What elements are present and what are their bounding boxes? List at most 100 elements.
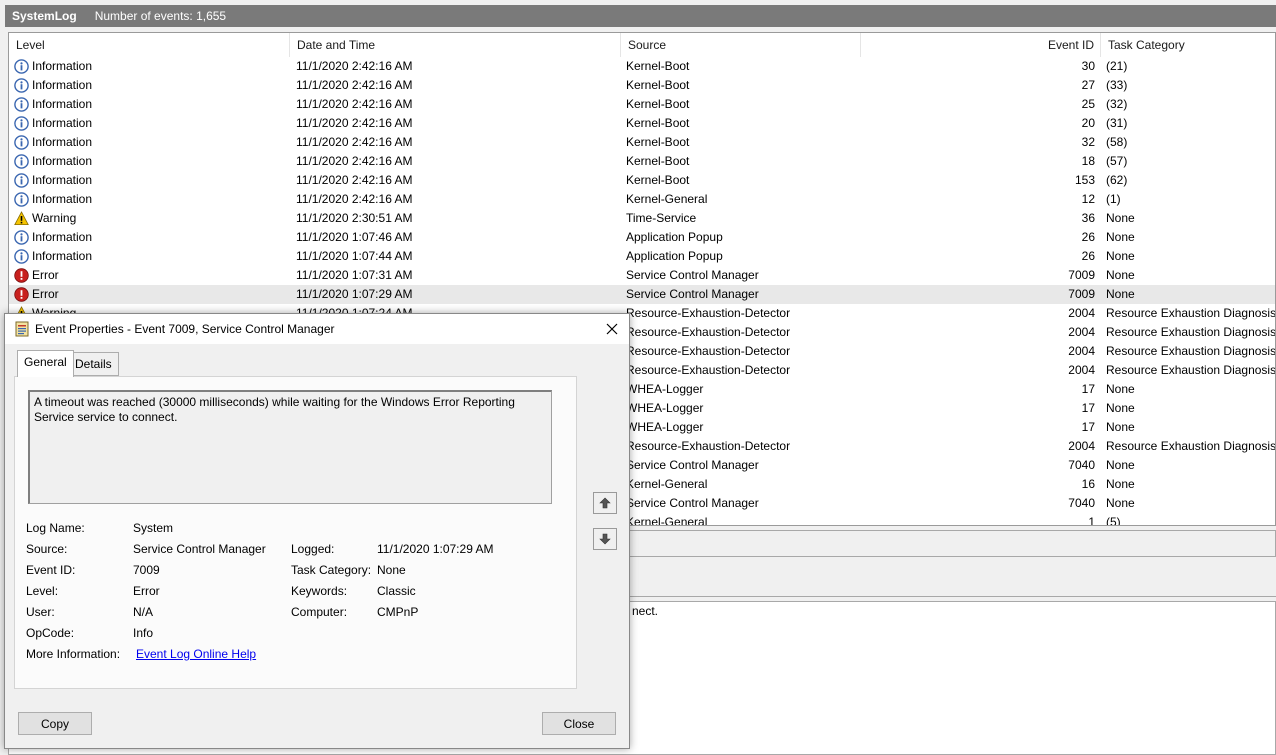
dialog-close-button[interactable]	[599, 316, 625, 342]
cell-source: Application Popup	[626, 249, 723, 263]
table-row[interactable]: Information 11/1/2020 2:42:16 AM Kernel-Bo…	[9, 57, 1275, 76]
tab-general[interactable]: General	[17, 350, 74, 377]
value-user: N/A	[133, 605, 154, 619]
cell-level: Warning	[32, 211, 77, 225]
information-icon	[14, 249, 29, 264]
label-log-name: Log Name:	[26, 521, 85, 535]
cell-event-id: 25	[1081, 97, 1095, 111]
cell-task-category: None	[1106, 496, 1135, 510]
cell-event-id: 2004	[1068, 306, 1095, 320]
cell-task-category: (33)	[1106, 78, 1128, 92]
cell-level: Information	[32, 116, 93, 130]
cell-date: 11/1/2020 2:42:16 AM	[296, 116, 413, 130]
value-computer: CMPnP	[377, 605, 419, 619]
next-event-button[interactable]	[593, 528, 617, 550]
arrow-down-icon	[599, 533, 611, 545]
cell-date: 11/1/2020 1:07:44 AM	[296, 249, 413, 263]
cell-event-id: 18	[1081, 154, 1095, 168]
cell-event-id: 153	[1074, 173, 1095, 187]
cell-event-id: 16	[1081, 477, 1095, 491]
cell-event-id: 2004	[1068, 344, 1095, 358]
cell-task-category: (57)	[1106, 154, 1128, 168]
table-row[interactable]: Information 11/1/2020 2:42:16 AM Kernel-Bo…	[9, 95, 1275, 114]
value-log-name: System	[133, 521, 174, 535]
event-description[interactable]: A timeout was reached (30000 millisecond…	[28, 390, 552, 504]
cell-task-category: None	[1106, 211, 1135, 225]
copy-button[interactable]: Copy	[18, 712, 92, 735]
label-keywords: Keywords:	[291, 584, 348, 598]
table-row[interactable]: Information 11/1/2020 2:42:16 AM Kernel-Ge…	[9, 190, 1275, 209]
event-log-online-help-link[interactable]: Event Log Online Help	[136, 647, 256, 661]
value-event-id: 7009	[133, 563, 160, 577]
cell-task-category: None	[1106, 401, 1135, 415]
cell-level: Information	[32, 97, 93, 111]
cell-event-id: 7040	[1068, 496, 1095, 510]
table-row[interactable]: Information 11/1/2020 1:07:44 AM Applicati…	[9, 247, 1275, 266]
cell-source: Resource-Exhaustion-Detector	[626, 306, 791, 320]
information-icon	[14, 116, 29, 131]
column-header-source[interactable]: Source	[621, 33, 861, 57]
label-level: Level:	[26, 584, 59, 598]
cell-task-category: (1)	[1106, 192, 1121, 206]
table-row[interactable]: Information 11/1/2020 2:42:16 AM Kernel-Bo…	[9, 76, 1275, 95]
cell-task-category: (32)	[1106, 97, 1128, 111]
value-keywords: Classic	[377, 584, 416, 598]
label-user: User:	[26, 605, 55, 619]
cell-event-id: 2004	[1068, 363, 1095, 377]
cell-task-category: None	[1106, 458, 1135, 472]
information-icon	[14, 173, 29, 188]
cell-date: 11/1/2020 1:07:31 AM	[296, 268, 413, 282]
label-more-information: More Information:	[26, 647, 121, 661]
information-icon	[14, 59, 29, 74]
label-opcode: OpCode:	[26, 626, 75, 640]
cell-level: Information	[32, 173, 93, 187]
table-row[interactable]: Information 11/1/2020 1:07:46 AM Applicati…	[9, 228, 1275, 247]
cell-task-category: Resource Exhaustion Diagnosis Events	[1106, 325, 1276, 339]
table-row[interactable]: Information 11/1/2020 2:42:16 AM Kernel-Bo…	[9, 133, 1275, 152]
cell-level: Information	[32, 154, 93, 168]
cell-task-category: (5)	[1106, 515, 1121, 526]
cell-event-id: 27	[1081, 78, 1095, 92]
column-header-event-id[interactable]: Event ID	[861, 33, 1101, 57]
cell-source: Resource-Exhaustion-Detector	[626, 439, 791, 453]
cell-event-id: 7040	[1068, 458, 1095, 472]
cell-event-id: 17	[1081, 420, 1095, 434]
table-row[interactable]: Error 11/1/2020 1:07:29 AM Service Control…	[9, 285, 1275, 304]
column-header-row: Level Date and Time Source Event ID Task…	[9, 33, 1275, 57]
cell-event-id: 2004	[1068, 325, 1095, 339]
close-icon	[606, 323, 618, 335]
cell-source: WHEA-Logger	[626, 401, 704, 415]
cell-source: Service Control Manager	[626, 268, 759, 282]
information-icon	[14, 230, 29, 245]
cell-task-category: (58)	[1106, 135, 1128, 149]
previous-event-button[interactable]	[593, 492, 617, 514]
cell-source: Kernel-Boot	[626, 135, 690, 149]
label-computer: Computer:	[291, 605, 348, 619]
cell-level: Information	[32, 78, 93, 92]
table-row[interactable]: Error 11/1/2020 1:07:31 AM Service Control…	[9, 266, 1275, 285]
value-level: Error	[133, 584, 160, 598]
column-header-task-category[interactable]: Task Category	[1101, 33, 1275, 57]
dialog-title: Event Properties - Event 7009, Service C…	[35, 322, 335, 336]
log-titlebar: SystemLog Number of events: 1,655	[5, 5, 1276, 27]
cell-source: Resource-Exhaustion-Detector	[626, 325, 791, 339]
table-row[interactable]: Warning 11/1/2020 2:30:51 AM Time-Service 3…	[9, 209, 1275, 228]
error-icon	[14, 268, 29, 283]
table-row[interactable]: Information 11/1/2020 2:42:16 AM Kernel-Bo…	[9, 171, 1275, 190]
cell-task-category: (21)	[1106, 59, 1128, 73]
cell-date: 11/1/2020 1:07:46 AM	[296, 230, 413, 244]
column-header-date[interactable]: Date and Time	[290, 33, 621, 57]
dialog-titlebar: Event Properties - Event 7009, Service C…	[5, 314, 629, 344]
label-logged: Logged:	[291, 542, 335, 556]
log-name: SystemLog	[12, 9, 77, 23]
cell-event-id: 7009	[1068, 287, 1095, 301]
label-event-id: Event ID:	[26, 563, 76, 577]
close-button[interactable]: Close	[542, 712, 616, 735]
cell-source: Resource-Exhaustion-Detector	[626, 363, 791, 377]
tab-details[interactable]: Details	[68, 352, 119, 376]
cell-source: Application Popup	[626, 230, 723, 244]
table-row[interactable]: Information 11/1/2020 2:42:16 AM Kernel-Bo…	[9, 114, 1275, 133]
column-header-level[interactable]: Level	[9, 33, 290, 57]
label-task-category: Task Category:	[291, 563, 372, 577]
table-row[interactable]: Information 11/1/2020 2:42:16 AM Kernel-Bo…	[9, 152, 1275, 171]
